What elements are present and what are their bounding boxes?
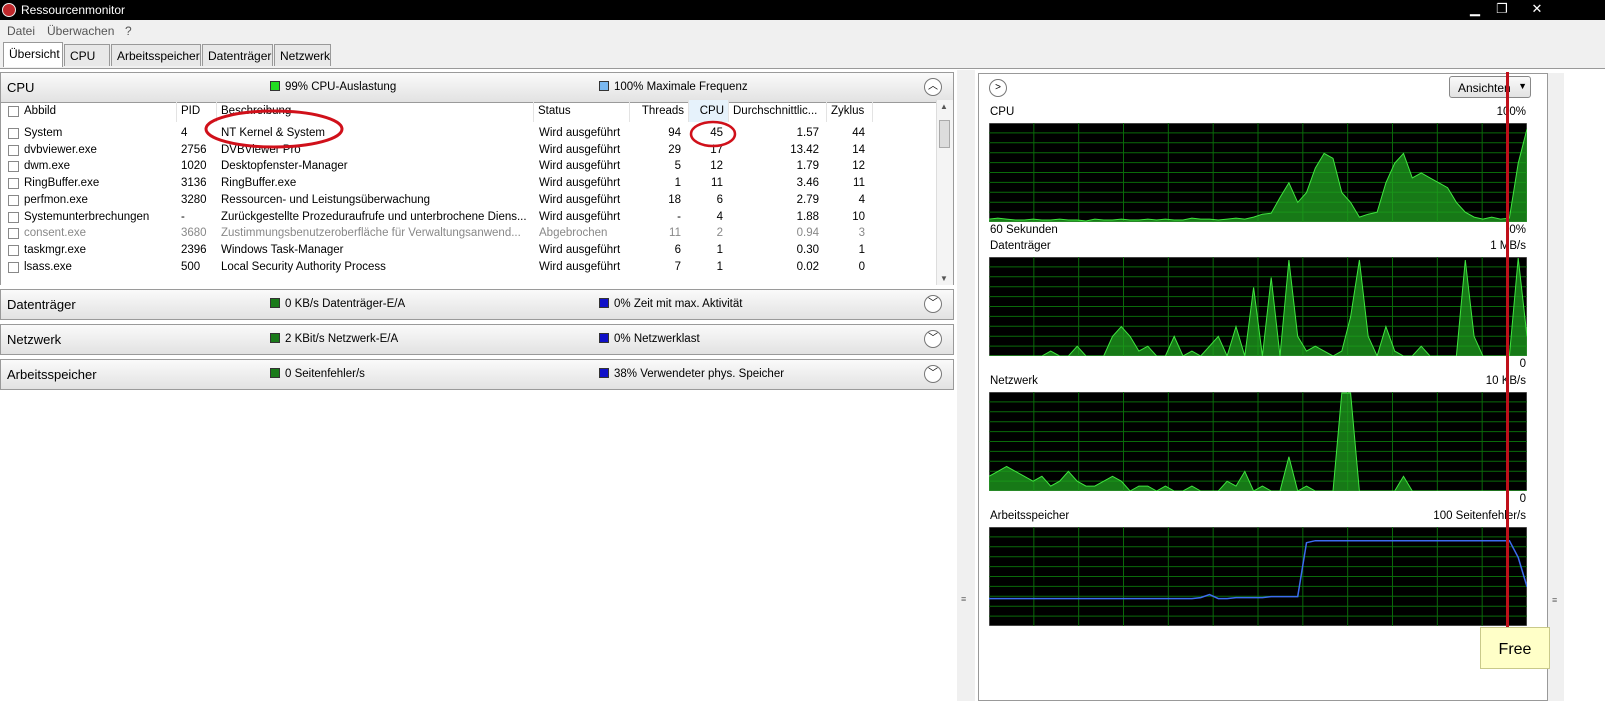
views-button[interactable]: Ansichten ▼ xyxy=(1449,76,1531,98)
graph-max-label: 100 Seitenfehler/s xyxy=(1433,510,1526,522)
metric-swatch xyxy=(599,368,609,378)
graph-max-label: 100% xyxy=(1496,106,1526,118)
metric-swatch xyxy=(270,298,280,308)
graph-max-label: 1 MB/s xyxy=(1490,240,1526,252)
section-metric-2-text: 0% Netzwerklast xyxy=(614,333,700,345)
graph-0 xyxy=(989,123,1527,222)
metric-swatch xyxy=(270,368,280,378)
graph-title: Netzwerk xyxy=(990,375,1038,387)
chevron-down-icon[interactable]: ﹀ xyxy=(924,295,942,313)
graph-title: CPU xyxy=(990,106,1015,118)
graph-min-label: 0 xyxy=(1519,358,1526,370)
metric-swatch xyxy=(599,298,609,308)
section-metric-1: 0 Seitenfehler/s xyxy=(270,368,365,380)
annotation-line xyxy=(1506,72,1509,628)
dropdown-arrow-icon: ▼ xyxy=(1518,81,1527,91)
section-metric-1-text: 0 KB/s Datenträger-E/A xyxy=(285,298,406,310)
section-header-0[interactable]: Datenträger 0 KB/s Datenträger-E/A 0% Zeit… xyxy=(0,289,954,320)
graph-min-label: 0 xyxy=(1519,493,1526,505)
graph-max-label: 10 KB/s xyxy=(1485,375,1526,387)
section-metric-2: 0% Netzwerklast xyxy=(599,333,700,345)
graph-title: Arbeitsspeicher xyxy=(990,510,1070,522)
collapse-graphs-button[interactable]: > xyxy=(989,79,1007,97)
minimize-button[interactable]: ▁ xyxy=(1461,0,1489,18)
close-button[interactable]: ✕ xyxy=(1514,0,1560,18)
graph-min-label: 0% xyxy=(1509,224,1526,236)
section-title: Arbeitsspeicher xyxy=(7,367,97,382)
metric-swatch xyxy=(270,333,280,343)
graph-2 xyxy=(989,392,1527,491)
section-title: Datenträger xyxy=(7,297,76,312)
splitter-grip-icon: ≡ xyxy=(961,594,967,604)
pane-splitter[interactable]: ≡ xyxy=(957,70,975,701)
chevron-down-icon[interactable]: ﹀ xyxy=(924,330,942,348)
section-metric-2: 0% Zeit mit max. Aktivität xyxy=(599,298,742,310)
section-metric-2-text: 0% Zeit mit max. Aktivität xyxy=(614,298,743,310)
annotation-overlay xyxy=(204,109,737,149)
section-metric-2: 38% Verwendeter phys. Speicher xyxy=(599,368,784,380)
section-title: Netzwerk xyxy=(7,332,62,347)
graph-1 xyxy=(989,257,1527,356)
section-metric-2-text: 38% Verwendeter phys. Speicher xyxy=(614,368,785,380)
annotation-ellipse-cpu xyxy=(689,120,737,148)
section-metric-1-text: 2 KBit/s Netzwerk-E/A xyxy=(285,333,399,345)
section-metric-1-text: 0 Seitenfehler/s xyxy=(285,368,365,380)
metric-swatch xyxy=(599,333,609,343)
section-metric-1: 2 KBit/s Netzwerk-E/A xyxy=(270,333,398,345)
annotation-ellipse-description xyxy=(204,109,344,149)
views-button-label: Ansichten xyxy=(1458,81,1511,95)
chevron-down-icon[interactable]: ﹀ xyxy=(924,365,942,383)
section-header-1[interactable]: Netzwerk 2 KBit/s Netzwerk-E/A 0% Netzwerk… xyxy=(0,324,954,355)
sticky-note: Free xyxy=(1480,627,1550,669)
maximize-button[interactable]: ❐ xyxy=(1488,0,1516,18)
right-scroll-grip-icon: ≡ xyxy=(1552,595,1558,605)
right-scrollbar[interactable]: ≡ xyxy=(1548,73,1564,701)
section-metric-1: 0 KB/s Datenträger-E/A xyxy=(270,298,405,310)
graph-3 xyxy=(989,527,1527,626)
graph-timespan-label: 60 Sekunden xyxy=(990,224,1058,236)
section-header-2[interactable]: Arbeitsspeicher 0 Seitenfehler/s 38% Verwe… xyxy=(0,359,954,390)
graph-title: Datenträger xyxy=(990,240,1051,252)
